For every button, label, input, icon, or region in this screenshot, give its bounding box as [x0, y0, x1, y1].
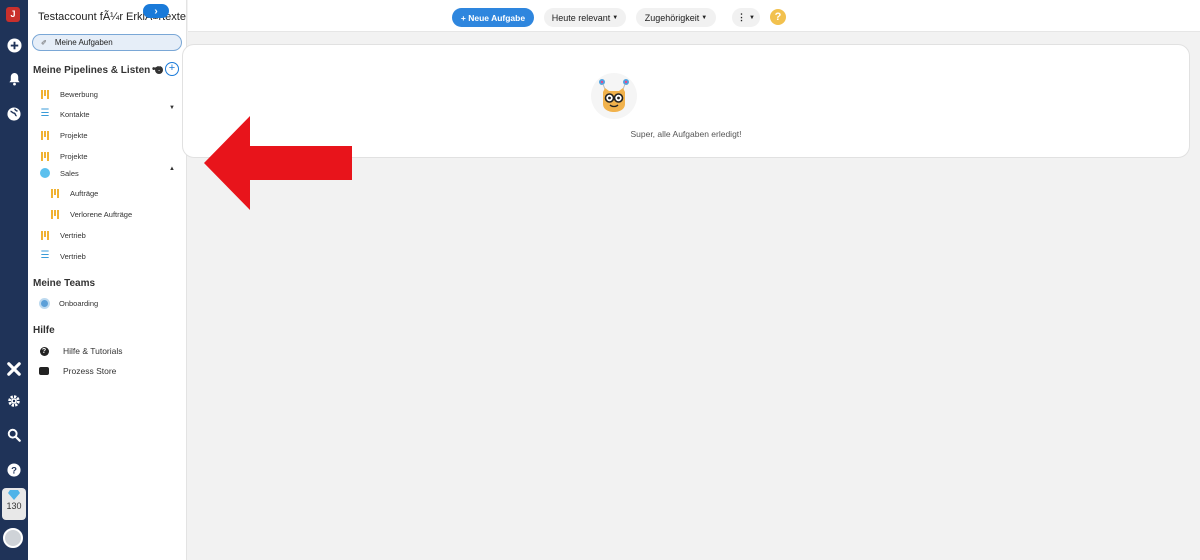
app-logo[interactable]: J: [6, 7, 20, 22]
sidebar-item-vertrieb[interactable]: Vertrieb: [39, 228, 86, 242]
process-store-link[interactable]: Prozess Store: [38, 364, 116, 378]
relevance-filter[interactable]: Heute relevant ▼: [544, 8, 626, 27]
sidebar-item-sales[interactable]: Sales: [39, 166, 79, 180]
team-icon: [38, 297, 50, 309]
list-icon: ☰: [40, 250, 50, 261]
pipeline-icon: [39, 151, 51, 161]
tasks-icon: ✐: [41, 39, 47, 47]
sidebar-item-label: Vertrieb: [60, 230, 86, 240]
sidebar-item-label: Vertrieb: [60, 251, 86, 261]
pipeline-icon: [39, 130, 51, 140]
sidebar-item-kontakte[interactable]: ☰ Kontakte: [39, 107, 90, 121]
sidebar-item-label: Sales: [60, 168, 79, 178]
pipelines-section-title: Meine Pipelines & Listen i: [33, 65, 164, 76]
my-tasks-button[interactable]: ✐ Meine Aufgaben: [32, 34, 182, 51]
caret-down-icon: ▼: [701, 14, 708, 21]
help-item-label: Prozess Store: [63, 366, 117, 376]
credits-count: 130: [6, 501, 22, 511]
sidebar-item-label: Bewerbung: [60, 89, 98, 99]
membership-filter[interactable]: Zugehörigkeit ▼: [636, 8, 716, 27]
search-icon[interactable]: [5, 426, 23, 444]
chevron-up-icon[interactable]: ▲: [169, 166, 175, 172]
sidebar-item-projekte[interactable]: Projekte: [39, 128, 88, 142]
tools-icon[interactable]: [5, 360, 23, 378]
add-icon[interactable]: [5, 36, 23, 54]
pipeline-icon: [49, 209, 61, 219]
sidebar-item-projekte-2[interactable]: Projekte: [39, 149, 88, 163]
membership-filter-label: Zugehörigkeit: [644, 12, 700, 23]
avatar[interactable]: [3, 528, 23, 548]
sidebar-item-label: Projekte: [60, 151, 88, 161]
sidebar-item-verlorene-auftraege[interactable]: Verlorene Aufträge: [49, 207, 132, 221]
red-arrow-annotation: [204, 116, 352, 210]
more-menu-button[interactable]: ⋮ ▼: [732, 8, 760, 27]
my-tasks-label: Meine Aufgaben: [54, 38, 113, 47]
pipelines-title-text: Meine Pipelines & Listen: [33, 65, 151, 76]
sidebar-item-label: Kontakte: [60, 109, 90, 119]
sidebar-item-label: Aufträge: [70, 188, 99, 198]
pipeline-icon: [39, 89, 51, 99]
pipeline-icon: [49, 188, 61, 198]
question-icon: ?: [38, 346, 50, 356]
folder-circle-icon: [39, 168, 51, 178]
globe-icon[interactable]: [5, 105, 23, 123]
help-item-label: Hilfe & Tutorials: [63, 346, 123, 356]
relevance-filter-label: Heute relevant: [551, 12, 611, 23]
top-bar: + Neue Aufgabe Heute relevant ▼ Zugehöri…: [188, 0, 1200, 32]
sidebar-item-label: Projekte: [60, 130, 88, 140]
sidebar-item-vertrieb-list[interactable]: ☰ Vertrieb: [39, 249, 86, 263]
cat-mascot-icon: [591, 73, 637, 119]
store-icon: [38, 367, 50, 375]
pipeline-icon: [39, 230, 51, 240]
sidebar-item-label: Verlorene Aufträge: [70, 209, 133, 219]
sidebar-item-auftraege[interactable]: Aufträge: [49, 186, 98, 200]
credits-badge[interactable]: 130: [2, 488, 26, 520]
teams-section-title: Meine Teams: [33, 278, 96, 289]
help-section-title: Hilfe: [33, 325, 55, 336]
icon-rail: J ? 130: [0, 0, 28, 560]
chevron-down-icon[interactable]: ▼: [169, 105, 175, 111]
diamond-icon: [8, 490, 20, 500]
sidebar: Testaccount fÃ¼r ErklÃ¤rtexte ✐ Meine Au…: [28, 0, 187, 560]
help-button[interactable]: ?: [770, 9, 786, 25]
help-icon[interactable]: ?: [5, 461, 23, 479]
list-icon: ☰: [40, 108, 50, 119]
team-item-onboarding[interactable]: Onboarding: [38, 296, 98, 310]
new-task-button[interactable]: + Neue Aufgabe: [452, 8, 534, 27]
caret-down-icon: ▼: [749, 14, 755, 21]
help-tutorials-link[interactable]: ? Hilfe & Tutorials: [38, 344, 123, 358]
svg-text:?: ?: [11, 466, 17, 477]
collapse-sidebar-button[interactable]: ›: [143, 4, 169, 18]
add-pipeline-button[interactable]: +: [165, 62, 179, 76]
sidebar-item-bewerbung[interactable]: Bewerbung: [39, 87, 98, 101]
bell-icon[interactable]: [5, 70, 23, 88]
gear-icon[interactable]: [5, 392, 23, 410]
pipelines-more-button[interactable]: •••: [152, 64, 160, 75]
caret-down-icon: ▼: [612, 14, 619, 21]
more-vert-icon: ⋮: [737, 12, 747, 22]
team-item-label: Onboarding: [59, 298, 99, 308]
